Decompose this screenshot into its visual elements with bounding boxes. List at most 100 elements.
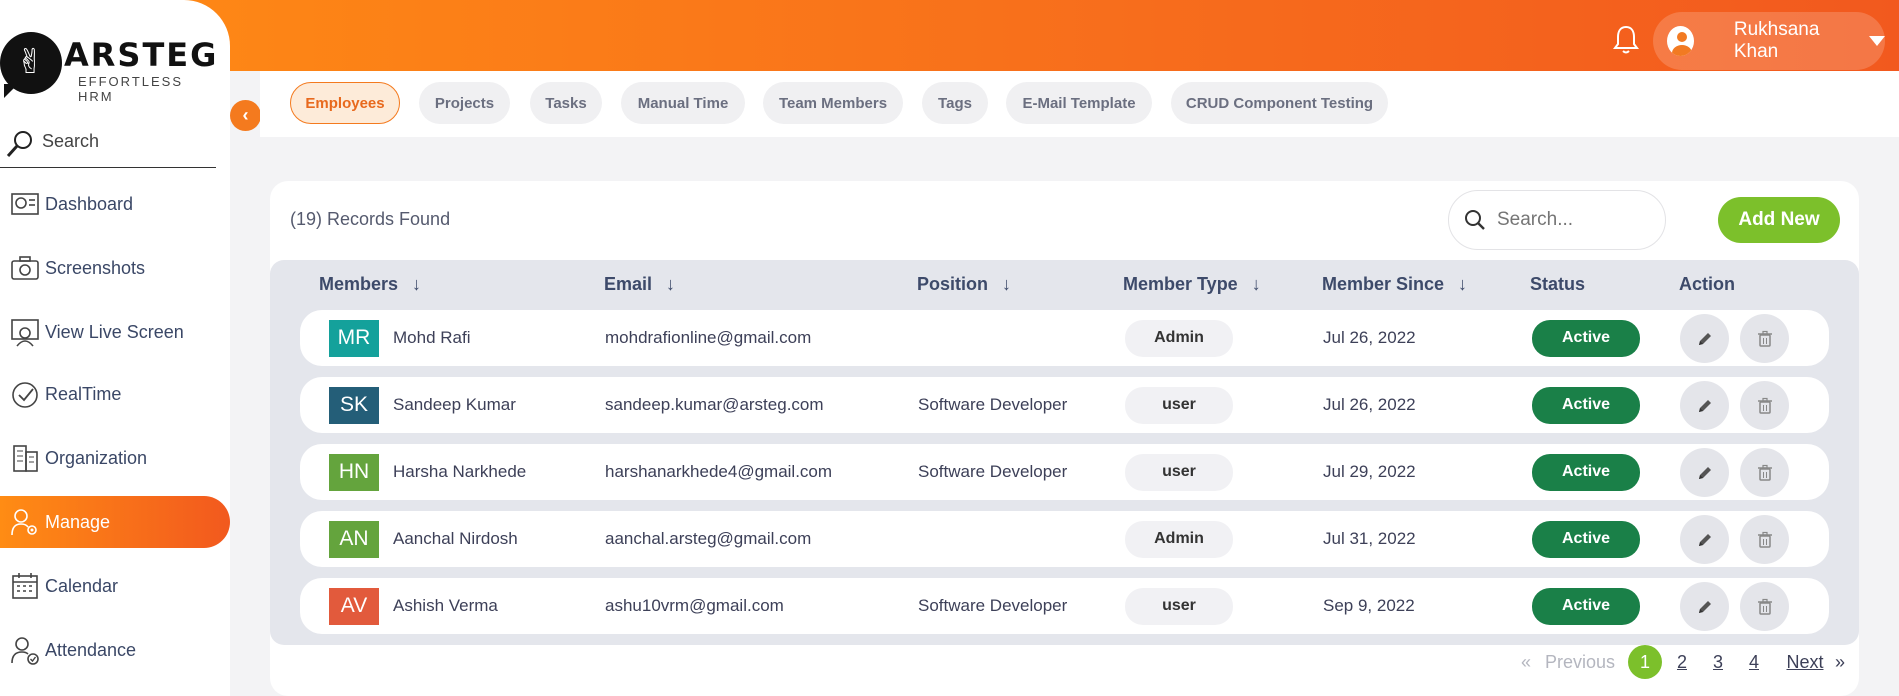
previous-page-link: Previous (1544, 651, 1616, 672)
column-label: Member Since (1322, 274, 1445, 294)
member-cell: AV Ashish Verma (329, 578, 498, 634)
status-badge: Active (1532, 319, 1640, 357)
tab-employees[interactable]: Employees (290, 82, 400, 124)
next-page-link[interactable]: Next (1783, 645, 1827, 679)
table-row: AV Ashish Verma ashu10vrm@gmail.com Softwar… (300, 578, 1829, 634)
trash-icon (1757, 330, 1772, 347)
add-new-button[interactable]: Add New (1718, 197, 1840, 243)
edit-button[interactable] (1680, 448, 1729, 497)
member-cell: MR Mohd Rafi (329, 310, 470, 366)
live-screen-icon (11, 319, 39, 347)
page-1-link[interactable]: 1 (1628, 645, 1662, 679)
camera-icon (11, 256, 39, 280)
search-icon (1465, 210, 1485, 230)
delete-button[interactable] (1740, 381, 1789, 430)
column-label: Position (917, 274, 988, 294)
delete-button[interactable] (1740, 515, 1789, 564)
brand-tagline: EFFORTLESS HRM (78, 74, 184, 104)
sidebar-item-screenshots[interactable]: Screenshots (0, 242, 230, 294)
brand-name: ARSTEG (64, 36, 219, 74)
sidebar-item-realtime[interactable]: RealTime (0, 368, 230, 420)
tab-projects[interactable]: Projects (419, 82, 510, 124)
status-cell: Active (1532, 377, 1640, 433)
column-header-member-type[interactable]: Member Type ↓ (1123, 274, 1261, 295)
trash-icon (1757, 397, 1772, 414)
table-row: HN Harsha Narkhede harshanarkhede4@gmail.c… (300, 444, 1829, 500)
column-header-action: Action (1679, 274, 1735, 295)
delete-button[interactable] (1740, 448, 1789, 497)
sidebar-search-label: Search (42, 131, 100, 151)
sidebar-item-dashboard[interactable]: Dashboard (0, 178, 230, 230)
page-3-link[interactable]: 3 (1708, 645, 1728, 679)
position-cell: Software Developer (918, 395, 1068, 414)
user-name: Rukhsana Khan (1733, 19, 1820, 62)
tab-email-template[interactable]: E-Mail Template (1006, 82, 1152, 124)
sort-arrow-icon: ↓ (666, 274, 676, 294)
sidebar: ✌ ARSTEG EFFORTLESS HRM Search Dashboard… (0, 0, 230, 696)
member-name: Sandeep Kumar (393, 395, 516, 414)
search-field[interactable] (1448, 190, 1666, 250)
member-name: Mohd Rafi (393, 328, 471, 347)
sidebar-item-label: Screenshots (45, 257, 146, 278)
edit-button[interactable] (1680, 515, 1729, 564)
avatar: AN (329, 520, 379, 558)
sort-arrow-icon: ↓ (1002, 274, 1011, 294)
search-input[interactable] (1497, 209, 1647, 231)
sidebar-item-calendar[interactable]: Calendar (0, 560, 230, 612)
page-4-link[interactable]: 4 (1744, 645, 1764, 679)
member-type-badge: user (1125, 587, 1233, 625)
column-header-position[interactable]: Position ↓ (917, 274, 1011, 295)
delete-button[interactable] (1740, 314, 1789, 363)
delete-button[interactable] (1740, 582, 1789, 631)
edit-button[interactable] (1680, 381, 1729, 430)
sort-arrow-icon: ↓ (1251, 274, 1261, 294)
sort-arrow-icon: ↓ (412, 274, 422, 294)
sidebar-collapse-button[interactable]: ‹ (230, 100, 261, 131)
email-cell: sandeep.kumar@arsteg.com (605, 395, 824, 414)
edit-button[interactable] (1680, 582, 1729, 631)
column-header-member-since[interactable]: Member Since ↓ (1322, 274, 1467, 295)
avatar: SK (329, 386, 379, 424)
position-cell: Software Developer (918, 462, 1068, 481)
search-icon (6, 131, 32, 158)
page-2-link[interactable]: 2 (1672, 645, 1692, 679)
tab-bar: Employees Projects Tasks Manual Time Tea… (260, 71, 1899, 137)
realtime-icon (12, 382, 38, 408)
table-row: SK Sandeep Kumar sandeep.kumar@arsteg.com S… (300, 377, 1829, 433)
avatar: AV (329, 587, 379, 625)
sidebar-item-organization[interactable]: Organization (0, 432, 230, 484)
column-header-email[interactable]: Email ↓ (604, 274, 675, 295)
member-name: Harsha Narkhede (393, 462, 527, 481)
user-menu[interactable]: Rukhsana Khan (1653, 12, 1885, 70)
tab-manual-time[interactable]: Manual Time (621, 82, 745, 124)
status-badge: Active (1532, 453, 1640, 491)
pencil-icon (1698, 399, 1711, 412)
sidebar-item-label: View Live Screen (45, 321, 184, 342)
dashboard-icon (11, 193, 39, 215)
sidebar-item-attendance[interactable]: Attendance (0, 624, 230, 676)
tab-tags[interactable]: Tags (922, 82, 988, 124)
edit-button[interactable] (1680, 314, 1729, 363)
status-cell: Active (1532, 444, 1640, 500)
column-header-members[interactable]: Members ↓ (319, 274, 421, 295)
tab-tasks[interactable]: Tasks (530, 82, 602, 124)
table-row: MR Mohd Rafi mohdrafionline@gmail.com Admin… (300, 310, 1829, 366)
column-label: Members (319, 274, 399, 294)
sidebar-search[interactable]: Search (0, 124, 216, 168)
status-badge: Active (1532, 386, 1640, 424)
manage-icon (11, 509, 37, 536)
sidebar-item-label: Attendance (45, 639, 137, 660)
sidebar-item-manage[interactable]: Manage (0, 496, 230, 548)
bell-icon[interactable] (1608, 22, 1644, 58)
member-since-cell: Jul 29, 2022 (1323, 462, 1416, 481)
sidebar-item-view-live-screen[interactable]: View Live Screen (0, 306, 230, 358)
sort-arrow-icon: ↓ (1458, 274, 1468, 294)
tab-team-members[interactable]: Team Members (763, 82, 903, 124)
member-name: Ashish Verma (393, 596, 498, 615)
pencil-icon (1698, 466, 1711, 479)
chevron-left-icon: ‹ (242, 105, 249, 125)
email-cell: harshanarkhede4@gmail.com (605, 462, 833, 481)
tab-crud-component-testing[interactable]: CRUD Component Testing (1171, 82, 1388, 124)
last-page-link[interactable]: » (1830, 645, 1850, 679)
member-type-cell: Admin (1125, 310, 1233, 366)
